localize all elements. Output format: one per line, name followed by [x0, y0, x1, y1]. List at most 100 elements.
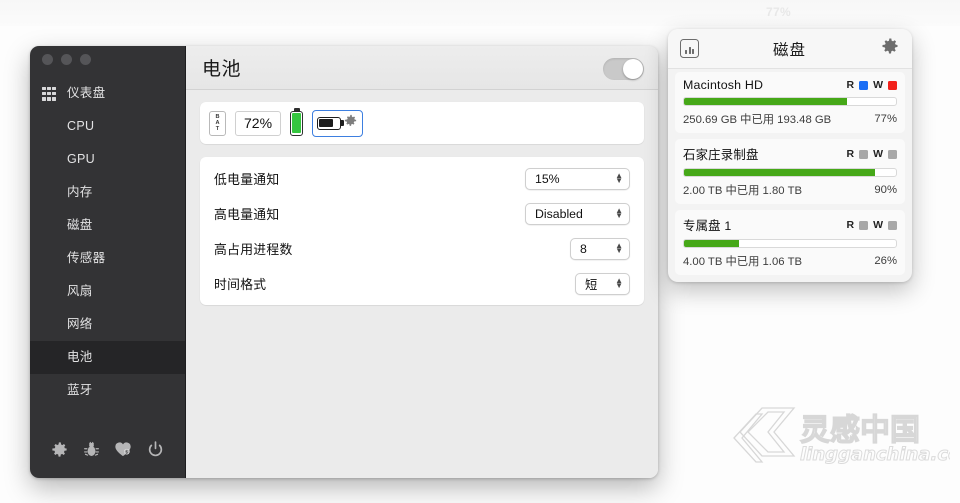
app-window: 仪表盘 CPU GPU 内存 磁盘 传感器 风扇	[30, 46, 658, 478]
sidebar-item-label: 传感器	[42, 252, 105, 265]
selected-statusbar-style-group[interactable]	[312, 110, 363, 137]
power-icon[interactable]	[146, 440, 165, 459]
sidebar-item-disk[interactable]: 磁盘	[30, 209, 185, 242]
disk-list-item[interactable]: Macintosh HD R W 250.69 GB 中已用 193.48 GB…	[675, 72, 905, 133]
disk-rw-indicators: R W	[846, 148, 897, 160]
read-activity-swatch	[859, 81, 868, 90]
stepper-value: 8	[580, 242, 587, 256]
disk-panel-title: 磁盘	[773, 38, 806, 60]
svg-text:$: $	[126, 450, 129, 455]
read-label: R	[846, 219, 854, 231]
sidebar-item-sensors[interactable]: 传感器	[30, 242, 185, 275]
setting-row-low-battery: 低电量通知 15% ▲▼	[200, 161, 644, 196]
chevron-updown-icon[interactable]: ▲▼	[615, 209, 623, 219]
disk-list-item[interactable]: 专属盘 1 R W 4.00 TB 中已用 1.06 TB 26%	[675, 210, 905, 275]
disk-usage-fill	[684, 240, 739, 247]
sidebar-item-cpu[interactable]: CPU	[30, 110, 185, 143]
sidebar-item-gpu[interactable]: GPU	[30, 143, 185, 176]
sidebar-item-label: 风扇	[42, 285, 93, 298]
low-battery-notification-stepper[interactable]: 15% ▲▼	[525, 168, 630, 190]
setting-row-time-format: 时间格式 短 ▲▼	[200, 266, 644, 301]
disk-percent-label: 77%	[874, 113, 897, 125]
sidebar-item-battery[interactable]: 电池	[30, 341, 185, 374]
disk-usage-bar	[683, 97, 897, 106]
watermark-cn-text: 灵感中国	[800, 413, 920, 448]
sidebar-item-bluetooth[interactable]: 蓝牙	[30, 374, 185, 407]
bat-text-icon[interactable]: B A T	[209, 111, 226, 136]
battery-percent-chip[interactable]: 72%	[235, 111, 281, 136]
setting-row-top-processes: 高占用进程数 8 ▲▼	[200, 231, 644, 266]
disk-capacity-text: 4.00 TB 中已用 1.06 TB	[683, 253, 802, 269]
bar-chart-icon[interactable]	[680, 39, 699, 58]
sidebar-item-label: 蓝牙	[42, 384, 93, 397]
module-enable-toggle[interactable]	[603, 58, 644, 80]
sidebar-item-label: 网络	[42, 318, 93, 331]
disk-usage-bar	[683, 168, 897, 177]
page-title: 电池	[202, 54, 241, 81]
heart-dollar-icon[interactable]: $	[113, 439, 133, 459]
stepper-value: 15%	[535, 172, 560, 186]
gear-icon[interactable]	[50, 440, 69, 459]
sidebar-item-label: 仪表盘	[67, 87, 105, 100]
content-body: B A T 72%	[186, 90, 658, 478]
setting-label: 高电量通知	[214, 204, 279, 223]
disk-name: 石家庄录制盘	[683, 145, 759, 163]
disk-rw-indicators: R W	[846, 219, 897, 231]
time-format-stepper[interactable]: 短 ▲▼	[575, 273, 630, 295]
bat-letter-t: T	[216, 126, 219, 132]
disk-percent-label: 90%	[874, 184, 897, 196]
gear-icon[interactable]	[343, 113, 358, 133]
sidebar-item-memory[interactable]: 内存	[30, 176, 185, 209]
sidebar-item-dashboard[interactable]: 仪表盘	[30, 77, 185, 110]
disk-capacity-text: 250.69 GB 中已用 193.48 GB	[683, 111, 831, 127]
disk-item-footer: 2.00 TB 中已用 1.80 TB 90%	[683, 182, 897, 198]
watermark-domain-text: lingganchina.com	[800, 444, 950, 465]
disk-usage-bar	[683, 239, 897, 248]
chevron-updown-icon[interactable]: ▲▼	[615, 279, 623, 289]
gear-icon[interactable]	[880, 36, 900, 61]
setting-label: 时间格式	[214, 274, 266, 293]
disk-item-footer: 4.00 TB 中已用 1.06 TB 26%	[683, 253, 897, 269]
sidebar-item-fans[interactable]: 风扇	[30, 275, 185, 308]
disk-list: Macintosh HD R W 250.69 GB 中已用 193.48 GB…	[668, 69, 912, 282]
sidebar-nav: 仪表盘 CPU GPU 内存 磁盘 传感器 风扇	[30, 72, 185, 426]
maximize-button[interactable]	[80, 54, 91, 65]
stepper-value: 短	[585, 275, 597, 293]
sidebar-item-label: 内存	[42, 186, 93, 199]
battery-horizontal-icon[interactable]	[317, 117, 341, 130]
disk-item-header: 石家庄录制盘 R W	[683, 145, 897, 163]
disk-name: Macintosh HD	[683, 78, 763, 92]
titlebar: 电池	[186, 46, 658, 90]
top-processes-stepper[interactable]: 8 ▲▼	[570, 238, 630, 260]
setting-row-high-battery: 高电量通知 Disabled ▲▼	[200, 196, 644, 231]
menubar-battery-percent: 77%	[766, 5, 791, 19]
content-area: 电池 B A T 72%	[185, 46, 658, 478]
statusbar-preview-card: B A T 72%	[200, 102, 644, 144]
chevron-updown-icon[interactable]: ▲▼	[615, 244, 623, 254]
disk-usage-fill	[684, 98, 847, 105]
toggle-knob	[623, 59, 643, 79]
window-traffic-lights	[30, 46, 185, 72]
settings-card: 低电量通知 15% ▲▼ 高电量通知 Disabled	[200, 157, 644, 305]
read-label: R	[846, 79, 854, 91]
chevron-updown-icon[interactable]: ▲▼	[615, 174, 623, 184]
read-label: R	[846, 148, 854, 160]
write-label: W	[873, 148, 883, 160]
sidebar-item-label: 磁盘	[42, 219, 93, 232]
close-button[interactable]	[42, 54, 53, 65]
menubar-ghost	[0, 0, 960, 26]
battery-vertical-icon[interactable]	[290, 111, 303, 136]
high-battery-notification-stepper[interactable]: Disabled ▲▼	[525, 203, 630, 225]
disk-name: 专属盘 1	[683, 216, 732, 234]
read-activity-swatch	[859, 221, 868, 230]
setting-label: 高占用进程数	[214, 239, 293, 258]
screen: 77% 仪表盘 CPU GPU	[0, 0, 960, 503]
stepper-value: Disabled	[535, 207, 583, 221]
bug-icon[interactable]	[82, 440, 101, 459]
disk-list-item[interactable]: 石家庄录制盘 R W 2.00 TB 中已用 1.80 TB 90%	[675, 139, 905, 204]
write-label: W	[873, 79, 883, 91]
sidebar-item-label: GPU	[42, 153, 95, 166]
sidebar-item-network[interactable]: 网络	[30, 308, 185, 341]
read-activity-swatch	[859, 150, 868, 159]
minimize-button[interactable]	[61, 54, 72, 65]
